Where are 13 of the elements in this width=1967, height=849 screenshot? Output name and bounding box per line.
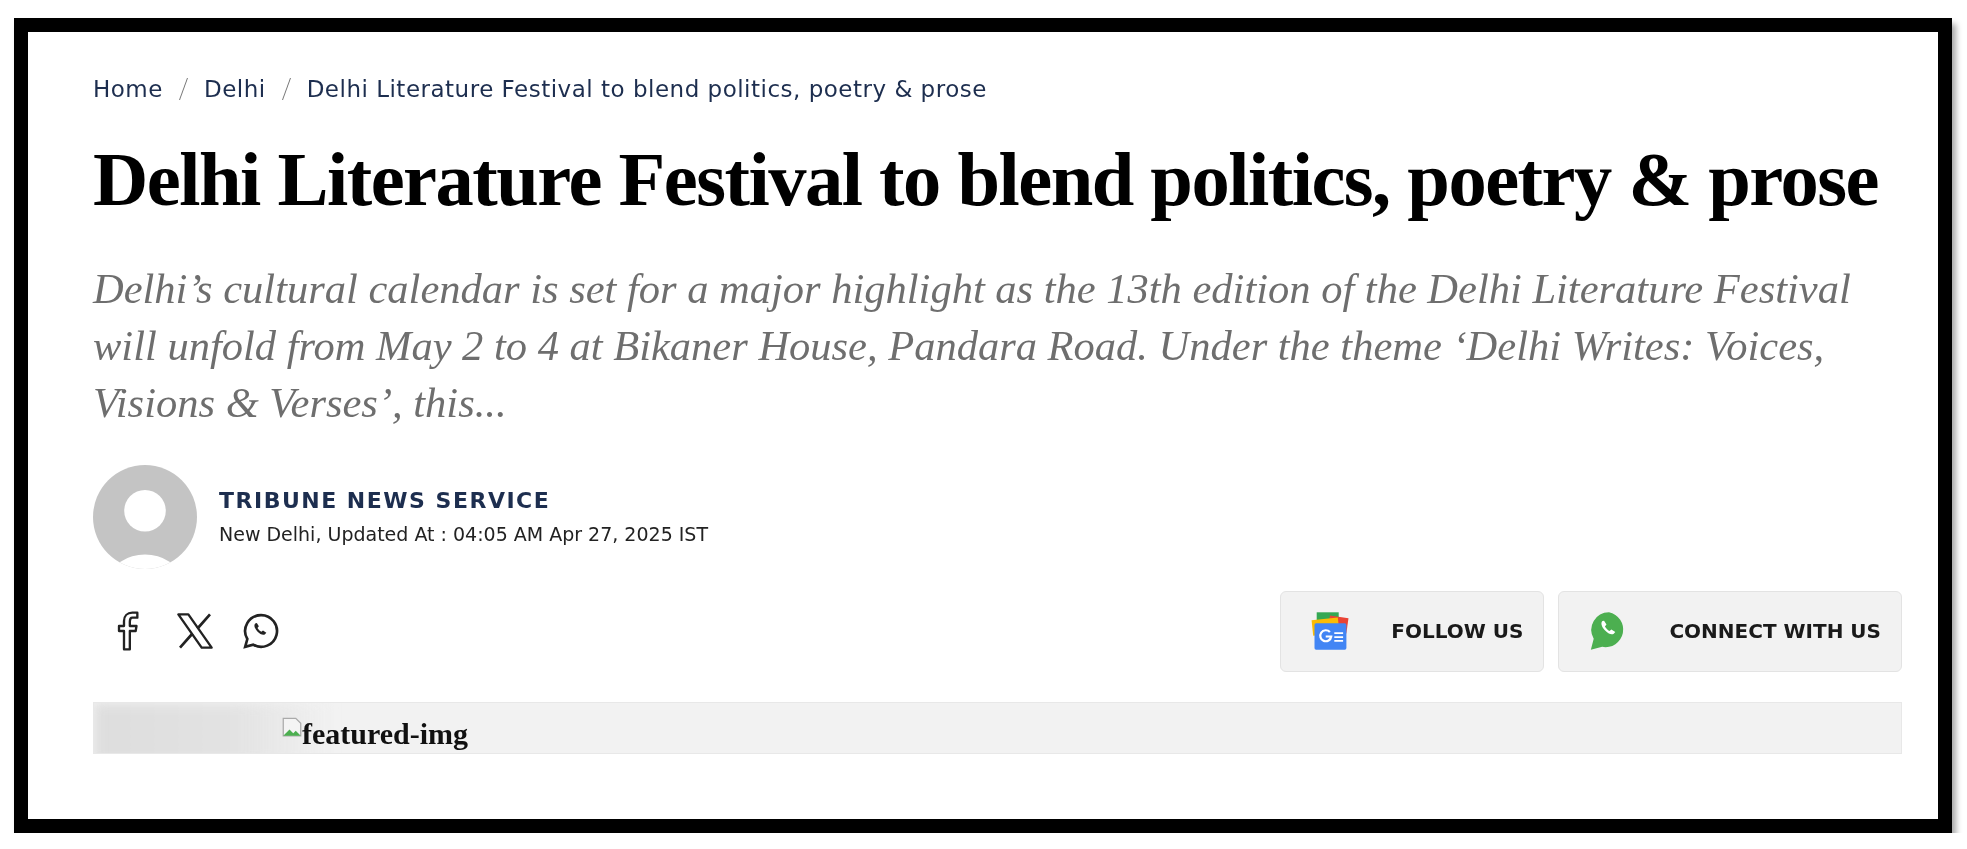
connect-button[interactable]: CONNECT WITH US [1558,590,1902,672]
broken-image-icon [282,716,302,737]
breadcrumb-link[interactable]: Home [93,76,163,102]
follow-button[interactable]: FOLLOW US [1280,590,1545,672]
breadcrumb-link[interactable]: Delhi Literature Festival to blend politics, poetry & prose [306,76,987,102]
article-summary: Delhi’s cultural calendar is set for a major highlight as the 13th edition of the Delhi Literature Festival will unfold from May 2 to 4 at Bikaner House, Pandara Road. Under the theme ‘Delhi Writes: Voices, Visions & Verses’, this... [93,263,1852,428]
article-headline: Delhi Literature Festival to blend politics, poetry & prose [93,136,1879,224]
dateline: New Delhi, Updated At : 04:05 AM Apr 27, 2025 IST [219,523,709,546]
breadcrumb-link[interactable]: Delhi [203,76,266,102]
whatsapp-icon[interactable] [241,611,281,652]
author-name[interactable]: TRIBUNE NEWS SERVICE [219,488,551,514]
image-alt-text: featured-img [302,716,469,751]
x-logo-icon[interactable] [175,611,215,652]
